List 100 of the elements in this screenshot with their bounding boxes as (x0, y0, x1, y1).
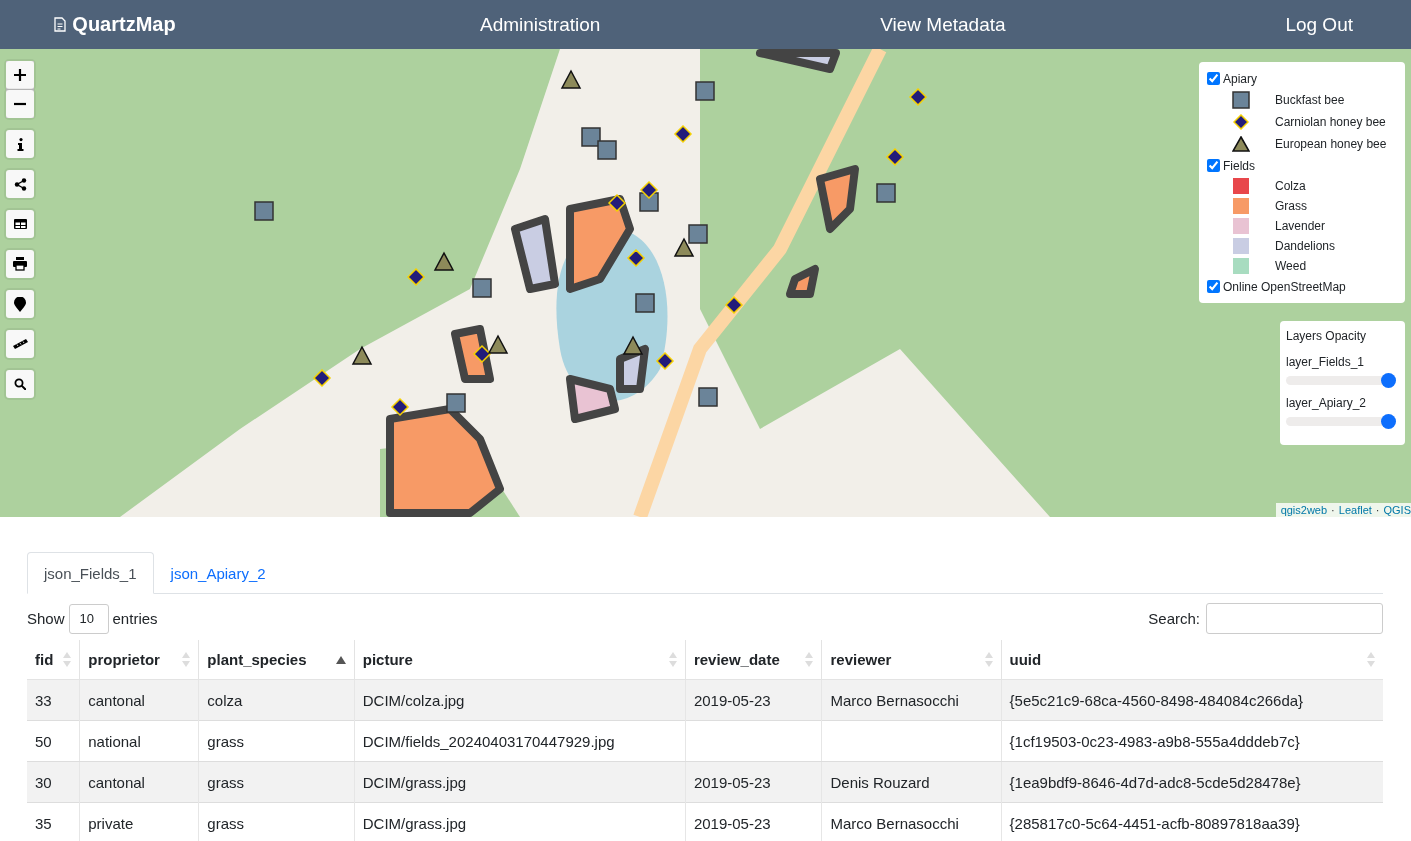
page-size-select[interactable]: 10 (68, 603, 109, 634)
field-polygon[interactable] (566, 375, 619, 423)
legend-label: Lavender (1275, 219, 1326, 233)
layer-checkbox[interactable] (1207, 72, 1220, 85)
diamond-marker-icon[interactable] (908, 87, 928, 107)
column-header[interactable]: plant_species (198, 640, 355, 680)
zoom-in-button[interactable] (6, 61, 34, 89)
field-polygon[interactable] (511, 215, 559, 293)
table-cell: {5e5c21c9-68ca-4560-8498-484084c266da} (1009, 692, 1304, 709)
column-header[interactable]: proprietor (79, 640, 199, 680)
table-cell: 50 (35, 733, 52, 750)
search-label: Search: (1148, 610, 1200, 627)
attribution-link[interactable]: QGIS (1383, 504, 1411, 516)
square-marker-icon[interactable] (876, 183, 896, 203)
field-polygon[interactable] (786, 265, 819, 298)
triangle-symbol-icon (1232, 136, 1250, 152)
table-cell: 2019-05-23 (693, 692, 771, 709)
opacity-slider[interactable] (1286, 414, 1396, 429)
diamond-marker-icon[interactable] (472, 344, 492, 364)
slider-thumb[interactable] (1381, 414, 1396, 429)
diamond-marker-icon[interactable] (673, 124, 693, 144)
triangle-marker-icon[interactable] (673, 237, 695, 257)
table-cell: grass (207, 733, 244, 750)
table-cell: 30 (35, 774, 52, 791)
attribution-link[interactable]: qgis2web (1280, 504, 1328, 516)
layer-label: Fields (1223, 158, 1255, 173)
column-header[interactable]: uuid (1001, 640, 1383, 680)
diamond-marker-icon[interactable] (607, 193, 627, 213)
square-marker-icon[interactable] (446, 393, 466, 413)
square-marker-icon[interactable] (695, 81, 715, 101)
field-polygon[interactable] (451, 325, 494, 383)
slider-thumb[interactable] (1381, 373, 1396, 388)
diamond-marker-icon[interactable] (312, 368, 332, 388)
share-button[interactable] (6, 170, 34, 198)
field-polygon[interactable] (566, 195, 634, 293)
diamond-symbol-icon (1233, 114, 1249, 130)
square-marker-icon[interactable] (581, 127, 601, 147)
tab[interactable]: json_Fields_1 (27, 552, 154, 594)
diamond-marker-icon[interactable] (390, 397, 410, 417)
square-marker-icon[interactable] (472, 278, 492, 298)
nav-link[interactable]: Administration (480, 13, 601, 36)
show-label: Show (27, 610, 65, 627)
legend-label: Carniolan honey bee (1275, 115, 1386, 129)
square-marker-icon[interactable] (597, 140, 617, 160)
diamond-marker-icon[interactable] (655, 351, 675, 371)
info-icon (16, 137, 24, 151)
ruler-icon (12, 339, 28, 349)
square-marker-icon[interactable] (254, 201, 274, 221)
table-cell: {285817c0-5c64-4451-acfb-80897818aa39} (1009, 815, 1300, 832)
table-cell: 2019-05-23 (693, 774, 771, 791)
column-header[interactable]: review_date (685, 640, 822, 680)
search-button[interactable] (6, 370, 34, 398)
ruler-button[interactable] (6, 330, 34, 358)
table-cell: {1ea9bdf9-8646-4d7d-adc8-5cde5d28478e} (1009, 774, 1301, 791)
square-marker-icon[interactable] (688, 224, 708, 244)
header-label: reviewer (830, 651, 892, 668)
tab[interactable]: json_Apiary_2 (153, 552, 283, 594)
square-marker-icon[interactable] (635, 293, 655, 313)
document-icon (54, 17, 67, 32)
column-header[interactable]: picture (354, 640, 686, 680)
nav-link[interactable]: View Metadata (880, 13, 1006, 36)
table-cell: Marco Bernasocchi (830, 815, 959, 832)
table-icon (13, 219, 27, 229)
triangle-marker-icon[interactable] (351, 345, 373, 365)
print-button[interactable] (6, 250, 34, 278)
table-cell: DCIM/fields_20240403170447929.jpg (362, 733, 615, 750)
table-button[interactable] (6, 210, 34, 238)
table-cell: private (88, 815, 134, 832)
opacity-slider[interactable] (1286, 373, 1396, 388)
column-header[interactable]: fid (27, 640, 80, 680)
triangle-marker-icon[interactable] (433, 251, 455, 271)
legend-label: Grass (1275, 199, 1307, 213)
layer-checkbox[interactable] (1207, 280, 1220, 293)
header-label: proprietor (88, 651, 160, 668)
diamond-marker-icon[interactable] (626, 248, 646, 268)
marker-button[interactable] (6, 290, 34, 318)
header-label: uuid (1009, 651, 1042, 668)
triangle-marker-icon[interactable] (487, 334, 509, 354)
minus-icon (14, 102, 26, 106)
diamond-marker-icon[interactable] (724, 295, 744, 315)
zoom-out-button[interactable] (6, 90, 34, 118)
info-button[interactable] (6, 130, 34, 158)
table-cell: DCIM/grass.jpg (362, 815, 467, 832)
layer-checkbox[interactable] (1207, 159, 1220, 172)
diamond-marker-icon[interactable] (406, 267, 426, 287)
map-pin-icon (14, 296, 26, 312)
column-header[interactable]: reviewer (821, 640, 1002, 680)
table-cell: national (88, 733, 141, 750)
legend-label: Colza (1275, 179, 1306, 193)
diamond-marker-icon[interactable] (639, 180, 659, 200)
search-field[interactable] (1206, 603, 1383, 634)
triangle-marker-icon[interactable] (622, 335, 644, 355)
nav-link[interactable]: Log Out (1285, 13, 1353, 36)
triangle-marker-icon[interactable] (560, 69, 582, 89)
square-marker-icon[interactable] (698, 387, 718, 407)
attribution-link[interactable]: Leaflet (1338, 504, 1372, 516)
brand-name[interactable]: QuartzMap (72, 13, 176, 36)
diamond-marker-icon[interactable] (885, 147, 905, 167)
field-polygon[interactable] (816, 165, 859, 233)
table-cell: colza (207, 692, 243, 709)
